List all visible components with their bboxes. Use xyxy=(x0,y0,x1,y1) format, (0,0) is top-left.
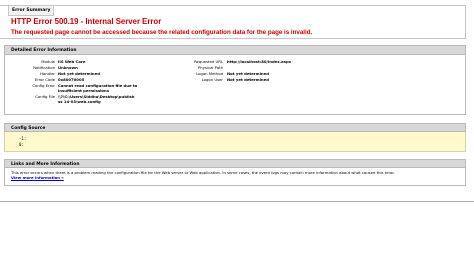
detailed-info-title: Detailed Error Information xyxy=(11,48,77,53)
bottom-divider xyxy=(0,201,474,202)
notification-value: Unknown xyxy=(58,65,78,70)
module-value: IIS Web Core xyxy=(58,59,86,64)
config-file-value: \\?\C:\Users\Siddhu\Desktop\publish ss 1… xyxy=(58,94,135,104)
config-source-header: Config Source xyxy=(4,123,466,132)
more-info-row: View more information » xyxy=(11,175,64,180)
detailed-info-panel: Module IIS Web Core Notification Unknown… xyxy=(4,55,466,115)
error-code-label: Error Code xyxy=(34,77,55,82)
logon-method-label: Logon Method xyxy=(196,71,223,76)
handler-value: Not yet determined xyxy=(58,71,100,76)
handler-label: Handler xyxy=(40,71,55,76)
notification-label: Notification xyxy=(33,65,55,70)
error-summary-tab: Error Summary xyxy=(8,5,55,16)
logon-user-label: Logon User xyxy=(201,77,223,82)
iis-error-page: Error Summary HTTP Error 500.19 - Intern… xyxy=(0,0,474,258)
physical-path-label: Physical Path xyxy=(198,65,223,70)
links-info-panel: This error occurs when there is a proble… xyxy=(4,168,466,186)
logon-method-value: Not yet determined xyxy=(227,71,269,76)
requested-url-value: http://localhost:80/index.aspx xyxy=(227,59,292,64)
error-message: The requested page cannot be accessed be… xyxy=(11,29,313,36)
error-summary-panel: Error Summary HTTP Error 500.19 - Intern… xyxy=(0,5,466,39)
requested-url-label: Requested URL xyxy=(194,59,223,64)
error-code-value: 0x80070005 xyxy=(58,77,85,82)
config-error-label: Config Error xyxy=(32,83,55,88)
config-source-panel: -1: 0: xyxy=(4,132,466,152)
view-more-info-link[interactable]: View more information » xyxy=(11,175,64,180)
config-error-value: Cannot read configuration file due to in… xyxy=(58,83,138,93)
config-source-line: 0: xyxy=(19,142,24,147)
logon-user-value: Not yet determined xyxy=(227,77,269,82)
links-info-text: This error occurs when there is a proble… xyxy=(11,170,395,175)
module-label: Module xyxy=(41,59,55,64)
config-source-line: -1: xyxy=(19,136,27,141)
config-file-label: Config File xyxy=(35,94,55,99)
links-info-header: Links and More Information xyxy=(4,159,466,168)
detailed-info-header: Detailed Error Information xyxy=(4,45,466,55)
error-title: HTTP Error 500.19 - Internal Server Erro… xyxy=(11,17,162,26)
